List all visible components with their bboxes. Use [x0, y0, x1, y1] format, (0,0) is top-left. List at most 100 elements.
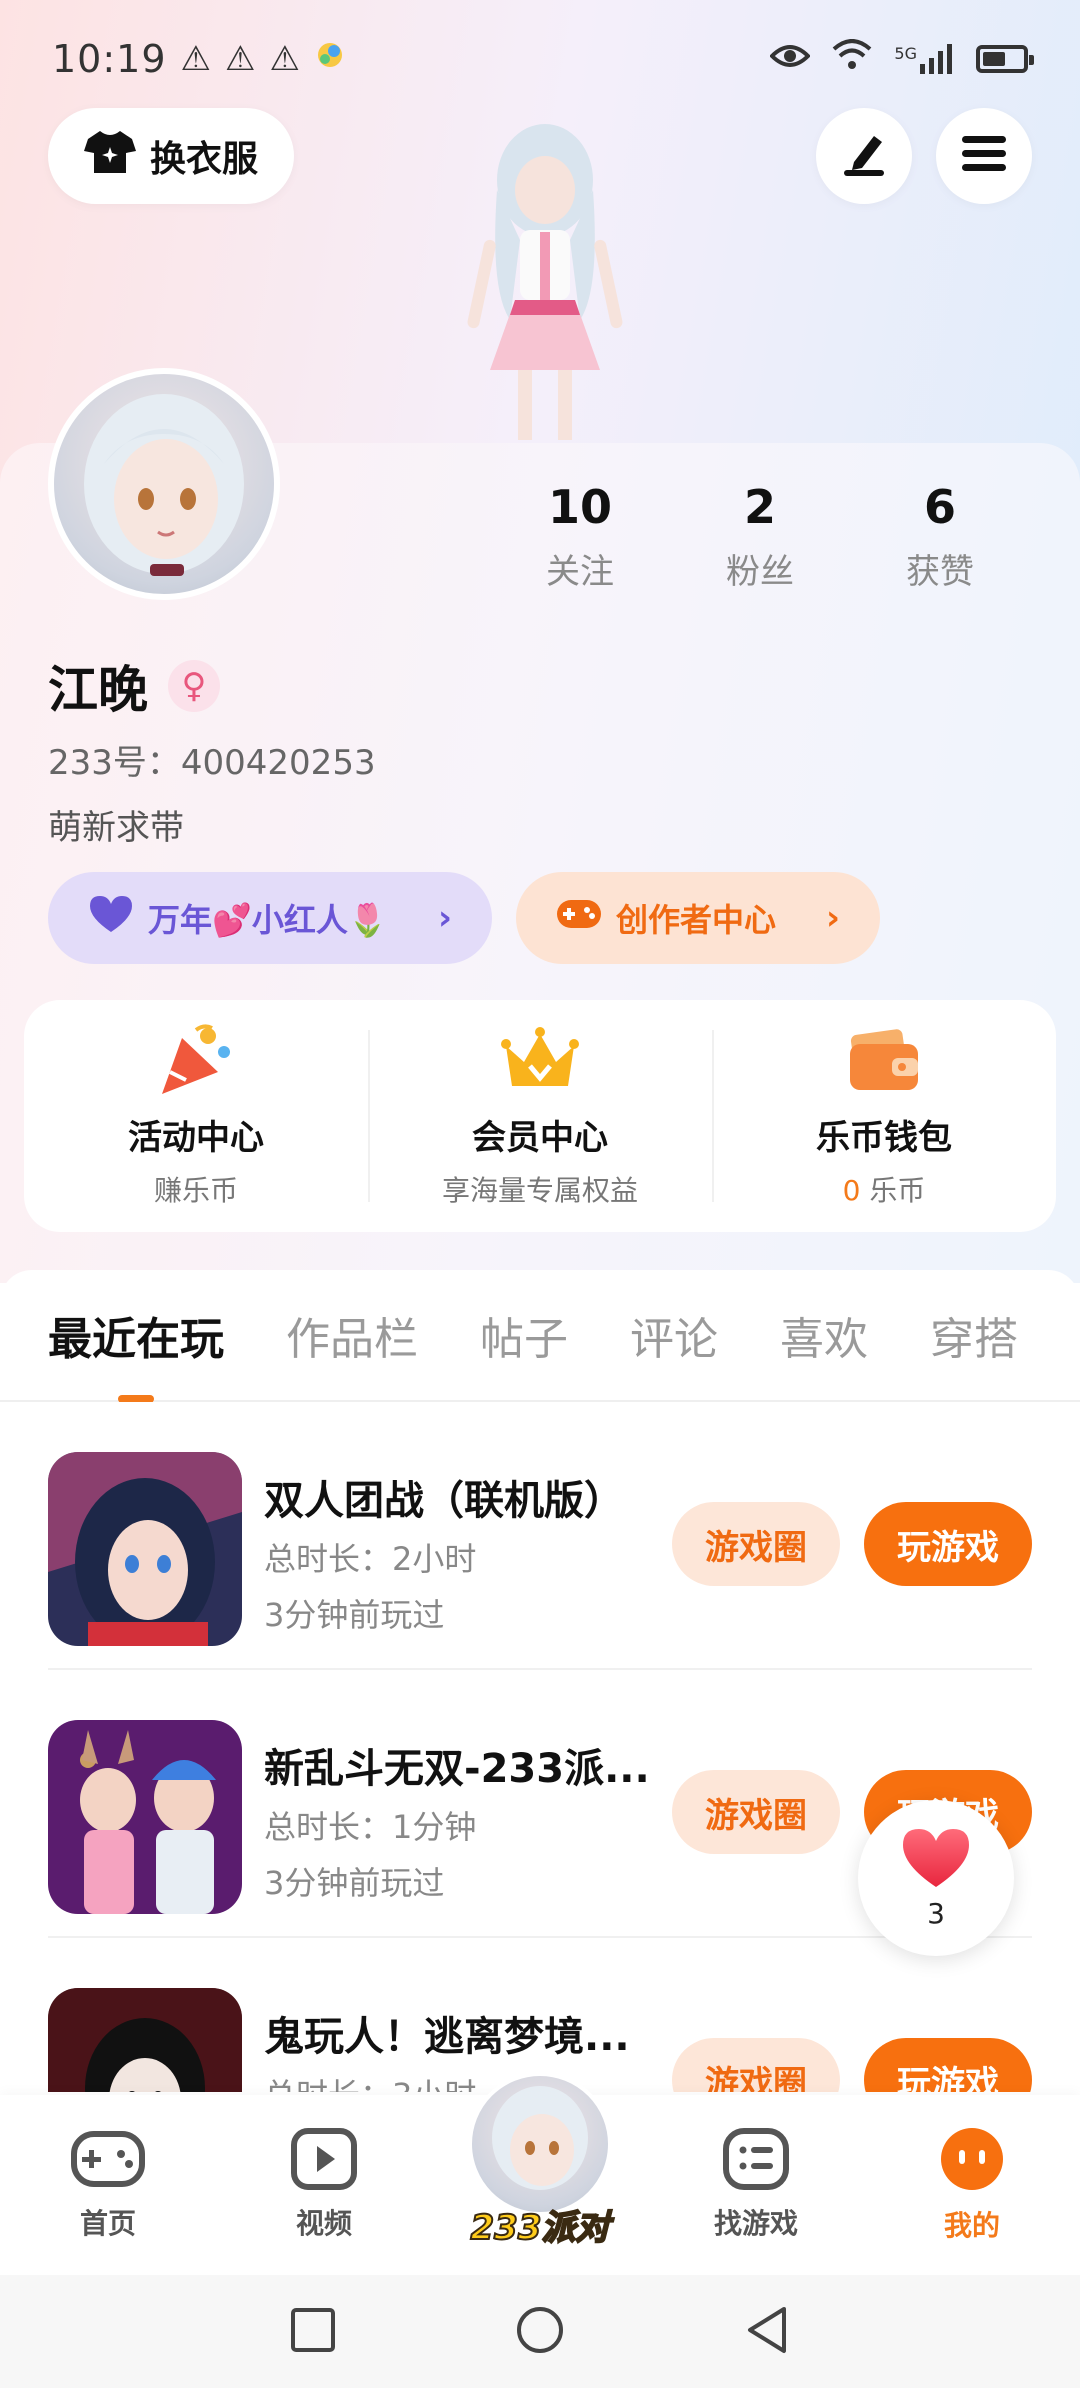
avatar[interactable] [48, 368, 280, 600]
stat-number: 10 [547, 480, 612, 534]
game-circle-button[interactable]: 游戏圈 [672, 1502, 840, 1586]
wifi-icon [832, 38, 872, 80]
gamepad-icon [71, 2128, 145, 2194]
warning-icon: ⚠ [269, 39, 300, 79]
edit-profile-button[interactable] [816, 108, 912, 204]
quick-title: 会员中心 [472, 1117, 608, 1158]
quick-title: 活动中心 [128, 1117, 264, 1158]
list-item[interactable]: 双人团战（联机版） 总时长：2小时 3分钟前玩过 游戏圈 玩游戏 [48, 1402, 1032, 1670]
user-bio: 萌新求带 [48, 808, 184, 848]
tab-recently-played[interactable]: 最近在玩 [48, 1303, 224, 1403]
avatar-3d-figure[interactable] [400, 120, 690, 450]
status-time: 10:19 [52, 37, 167, 81]
game-circle-button[interactable]: 游戏圈 [672, 1770, 840, 1854]
stat-number: 6 [923, 480, 956, 534]
floating-heart-button[interactable]: 3 [858, 1800, 1014, 1956]
creator-center-button[interactable]: 创作者中心 › [516, 872, 880, 964]
play-game-button[interactable]: 玩游戏 [864, 2038, 1032, 2092]
title-badge-button[interactable]: 万年💕小红人🌷 › [48, 872, 492, 964]
profile-stats: 10 关注 2 粉丝 6 获赞 [490, 480, 1030, 593]
list-item[interactable]: 鬼玩人！逃离梦境... 总时长：3小时 游戏圈 玩游戏 [48, 1938, 1032, 2092]
shirt-icon [83, 129, 136, 184]
recent-games-list: 双人团战（联机版） 总时长：2小时 3分钟前玩过 游戏圈 玩游戏 新乱斗无双-2… [0, 1402, 1080, 2092]
username-row: 江晚 ♀ [48, 650, 220, 722]
game-thumbnail[interactable] [48, 1988, 242, 2092]
coin-unit: 乐币 [860, 1173, 926, 1207]
network-type: 5G [894, 44, 917, 63]
quick-subtitle: 赚乐币 [153, 1173, 238, 1207]
change-outfit-button[interactable]: 换衣服 [48, 108, 294, 204]
system-navigation-bar [0, 2275, 1080, 2388]
recent-apps-icon[interactable] [290, 2307, 336, 2357]
chevron-right-icon: › [437, 898, 452, 938]
game-last-played: 3分钟前玩过 [264, 1596, 445, 1634]
profile-tabs: 最近在玩 作品栏 帖子 评论 喜欢 穿搭 [0, 1270, 1080, 1403]
tab-comments[interactable]: 评论 [630, 1303, 718, 1367]
stat-label: 关注 [546, 552, 614, 592]
app-notification-icon [314, 39, 346, 80]
game-name: 新乱斗无双-233派... [264, 1746, 650, 1792]
stat-label: 获赞 [906, 552, 974, 592]
heart-icon [901, 1827, 971, 1893]
nav-video[interactable]: 视频 [216, 2095, 432, 2275]
party-popper-icon [156, 1023, 236, 1100]
chevron-right-icon: › [825, 898, 840, 938]
game-name: 双人团战（联机版） [264, 1478, 624, 1524]
profile-icon [939, 2126, 1005, 2196]
game-duration: 总时长：2小时 [264, 1540, 477, 1578]
nav-home[interactable]: 首页 [0, 2095, 216, 2275]
tab-outfits[interactable]: 穿搭 [930, 1303, 1018, 1367]
username: 江晚 [48, 661, 148, 719]
female-gender-icon: ♀ [168, 660, 220, 712]
wallet-icon [844, 1024, 924, 1100]
quick-subtitle: 0 乐币 [843, 1169, 926, 1209]
play-game-button[interactable]: 玩游戏 [864, 1502, 1032, 1586]
status-bar: 10:19 ⚠ ⚠ ⚠ 5G [0, 0, 1080, 118]
stat-number: 2 [743, 480, 776, 534]
back-icon[interactable] [744, 2305, 790, 2359]
game-circle-button[interactable]: 游戏圈 [672, 2038, 840, 2092]
tab-works[interactable]: 作品栏 [286, 1303, 418, 1367]
party-avatar-button[interactable] [468, 2072, 612, 2216]
nav-label: 找游戏 [713, 2207, 798, 2240]
nav-label: 首页 [79, 2207, 136, 2240]
game-duration: 总时长：3小时 [264, 2070, 476, 2092]
heart-icon [88, 894, 134, 942]
game-thumbnail[interactable] [48, 1452, 242, 1646]
list-icon [723, 2128, 789, 2194]
quick-actions-panel: 活动中心 赚乐币 会员中心 享海量专属权益 乐币钱包 0 乐币 [24, 1000, 1056, 1232]
nav-profile[interactable]: 我的 [864, 2095, 1080, 2275]
tab-likes[interactable]: 喜欢 [780, 1303, 868, 1367]
stat-likes[interactable]: 6 获赞 [850, 480, 1030, 593]
crown-icon [500, 1024, 580, 1100]
battery-icon [976, 45, 1034, 73]
title-badge-label: 万年💕小红人🌷 [148, 901, 388, 939]
menu-button[interactable] [936, 108, 1032, 204]
tab-posts[interactable]: 帖子 [480, 1303, 568, 1367]
coin-balance: 0 [842, 1173, 861, 1207]
game-last-played: 3分钟前玩过 [264, 1864, 445, 1902]
gamepad-icon [556, 896, 602, 940]
nav-label: 视频 [295, 2207, 352, 2240]
status-icons: 5G [769, 38, 1034, 80]
change-outfit-label: 换衣服 [149, 139, 258, 180]
hamburger-menu-icon [960, 134, 1008, 178]
party-logo: 233派对 [470, 2207, 611, 2249]
signal-icon: 5G [894, 44, 954, 74]
activity-center-button[interactable]: 活动中心 赚乐币 [24, 1000, 368, 1232]
home-icon[interactable] [515, 2305, 565, 2359]
quick-title: 乐币钱包 [816, 1117, 952, 1158]
game-thumbnail[interactable] [48, 1720, 242, 1914]
heart-count: 3 [927, 1896, 945, 1930]
video-icon [291, 2128, 357, 2194]
pen-icon [840, 132, 888, 180]
nav-find-games[interactable]: 找游戏 [648, 2095, 864, 2275]
quick-subtitle: 享海量专属权益 [441, 1173, 638, 1207]
vip-center-button[interactable]: 会员中心 享海量专属权益 [368, 1000, 712, 1232]
warning-icon: ⚠ [225, 39, 256, 79]
stat-following[interactable]: 10 关注 [490, 480, 670, 593]
eye-icon [769, 39, 812, 79]
user-id[interactable]: 233号：400420253 [48, 735, 376, 784]
coin-wallet-button[interactable]: 乐币钱包 0 乐币 [712, 1000, 1056, 1232]
stat-followers[interactable]: 2 粉丝 [670, 480, 850, 593]
